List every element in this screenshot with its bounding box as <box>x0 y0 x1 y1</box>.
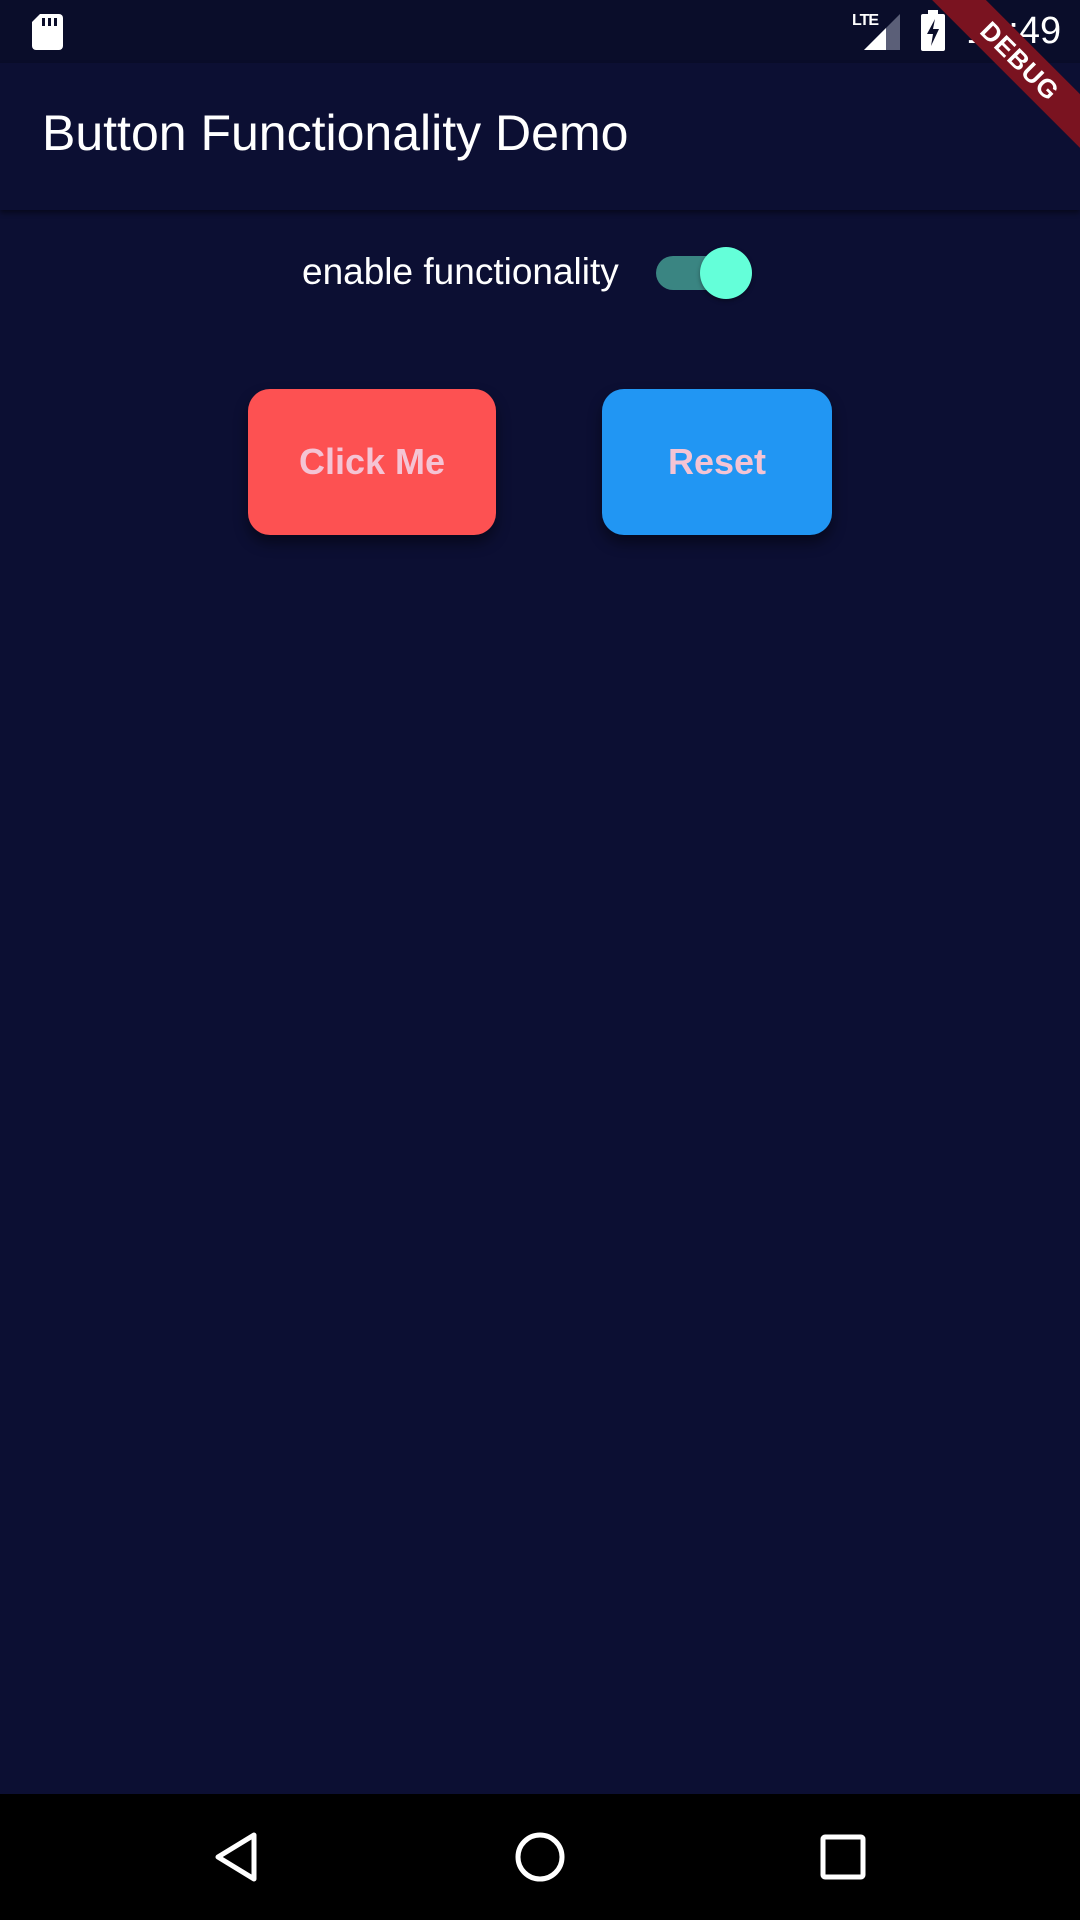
page-title: Button Functionality Demo <box>42 105 629 161</box>
battery-charging-icon <box>921 10 945 51</box>
switch-thumb <box>700 247 752 299</box>
status-bar: LTE 12:49 <box>0 0 1080 63</box>
home-icon[interactable] <box>510 1827 570 1887</box>
status-time: 12:49 <box>966 10 1062 52</box>
enable-functionality-row: enable functionality <box>0 240 1080 306</box>
signal-icon <box>864 14 900 50</box>
toggle-label: enable functionality <box>302 251 619 292</box>
back-icon[interactable] <box>208 1827 268 1887</box>
sd-card-icon <box>32 14 63 50</box>
app-bar: Button Functionality Demo <box>0 63 1080 210</box>
enable-functionality-switch[interactable] <box>656 247 752 299</box>
click-me-button[interactable]: Click Me <box>248 389 496 535</box>
navigation-bar <box>0 1794 1080 1920</box>
recents-icon[interactable] <box>813 1827 873 1887</box>
reset-button[interactable]: Reset <box>602 389 832 535</box>
